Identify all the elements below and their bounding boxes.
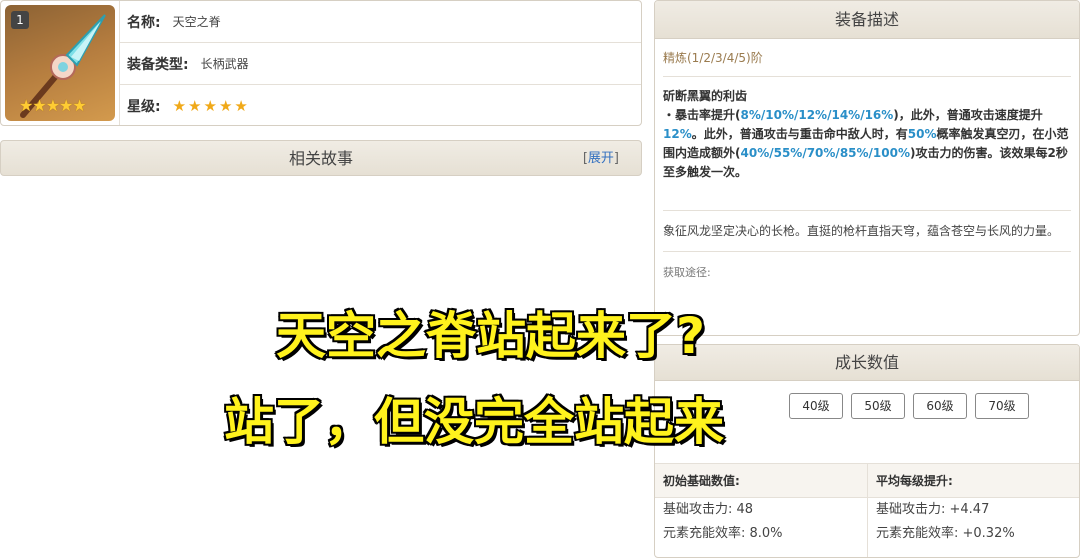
base-er: 元素充能效率: 8.0%: [663, 526, 783, 541]
weapon-image: 1 ★★★★★: [5, 5, 115, 121]
level-50-button[interactable]: 50级: [851, 393, 905, 419]
name-label: 名称:: [127, 14, 161, 31]
base-atk: 基础攻击力: 48: [663, 502, 754, 517]
expand-bracket-close: ]: [613, 151, 619, 166]
level-40-button[interactable]: 40级: [789, 393, 843, 419]
rarity-star-icons: ★★★★★: [172, 97, 250, 115]
name-row: 名称: 天空之脊: [119, 1, 641, 43]
divider: [663, 76, 1071, 77]
image-star-icons: ★★★★★: [19, 96, 87, 115]
level-70-button[interactable]: 70级: [975, 393, 1029, 419]
type-row: 装备类型: 长柄武器: [119, 43, 641, 85]
passive-highlight-value: 50%: [907, 127, 937, 141]
passive-highlight-value: 40%/55%/70%/85%/100%: [740, 146, 911, 160]
related-story-header: 相关故事 [展开]: [0, 140, 642, 176]
related-story-title: 相关故事: [288, 149, 353, 168]
refinement-badge: 1: [11, 11, 29, 29]
rarity-row: 星级: ★★★★★: [119, 85, 641, 125]
avg-er: 元素充能效率: +0.32%: [876, 526, 1015, 541]
expand-label[interactable]: 展开: [588, 151, 614, 166]
base-stats-header: 初始基础数值:: [655, 464, 867, 498]
divider: [663, 210, 1071, 211]
passive-text-segment: 。此外，普通攻击与重击命中敌人时，有: [691, 127, 908, 141]
equipment-description-title: 装备描述: [655, 1, 1079, 39]
type-value: 长柄武器: [200, 57, 249, 71]
avg-growth-column: 平均每级提升: 基础攻击力: +4.47 元素充能效率: +0.32%: [868, 464, 1079, 557]
expand-link[interactable]: [展开]: [583, 141, 619, 177]
level-60-button[interactable]: 60级: [913, 393, 967, 419]
avg-atk: 基础攻击力: +4.47: [876, 502, 990, 517]
divider: [663, 251, 1071, 252]
growth-values-title: 成长数值: [655, 345, 1079, 381]
type-label: 装备类型:: [127, 56, 189, 73]
obtain-label: 获取途径:: [663, 266, 711, 279]
weapon-attributes: 名称: 天空之脊 装备类型: 长柄武器 星级: ★★★★★: [119, 1, 641, 125]
stats-table: 初始基础数值: 基础攻击力: 48 元素充能效率: 8.0% 平均每级提升: 基…: [655, 463, 1079, 557]
passive-description: ・暴击率提升(8%/10%/12%/14%/16%)，此外，普通攻击速度提升 12…: [663, 106, 1071, 182]
passive-text-segment: )，此外，普通攻击速度提升: [893, 108, 1043, 122]
refinement-levels[interactable]: 精炼(1/2/3/4/5)阶: [663, 49, 1079, 66]
weapon-info-card: 1 ★★★★★ 名称: 天空之脊 装备类型: 长柄武器 星级: ★★★★★: [0, 0, 642, 126]
rarity-label: 星级:: [127, 99, 161, 115]
name-value: 天空之脊: [172, 15, 221, 29]
passive-name: 斫断黑翼的利齿: [663, 89, 748, 103]
equipment-description-panel: 装备描述 精炼(1/2/3/4/5)阶 斫断黑翼的利齿 ・暴击率提升(8%/10…: [654, 0, 1080, 336]
avg-growth-header: 平均每级提升:: [868, 464, 1079, 498]
caption-line-2: 站了，但没完全站起来: [223, 392, 726, 453]
lore-text: 象征风龙坚定决心的长枪。直挺的枪杆直指天穹，蕴含苍空与长风的力量。: [663, 224, 1060, 238]
passive-text-segment: ・暴击率提升(: [663, 108, 741, 122]
passive-highlight-value: 8%/10%/12%/14%/16%: [740, 108, 894, 122]
passive-highlight-value: 12%: [663, 127, 692, 141]
caption-line-1: 天空之脊站起来了?: [274, 306, 706, 367]
base-stats-column: 初始基础数值: 基础攻击力: 48 元素充能效率: 8.0%: [655, 464, 868, 557]
